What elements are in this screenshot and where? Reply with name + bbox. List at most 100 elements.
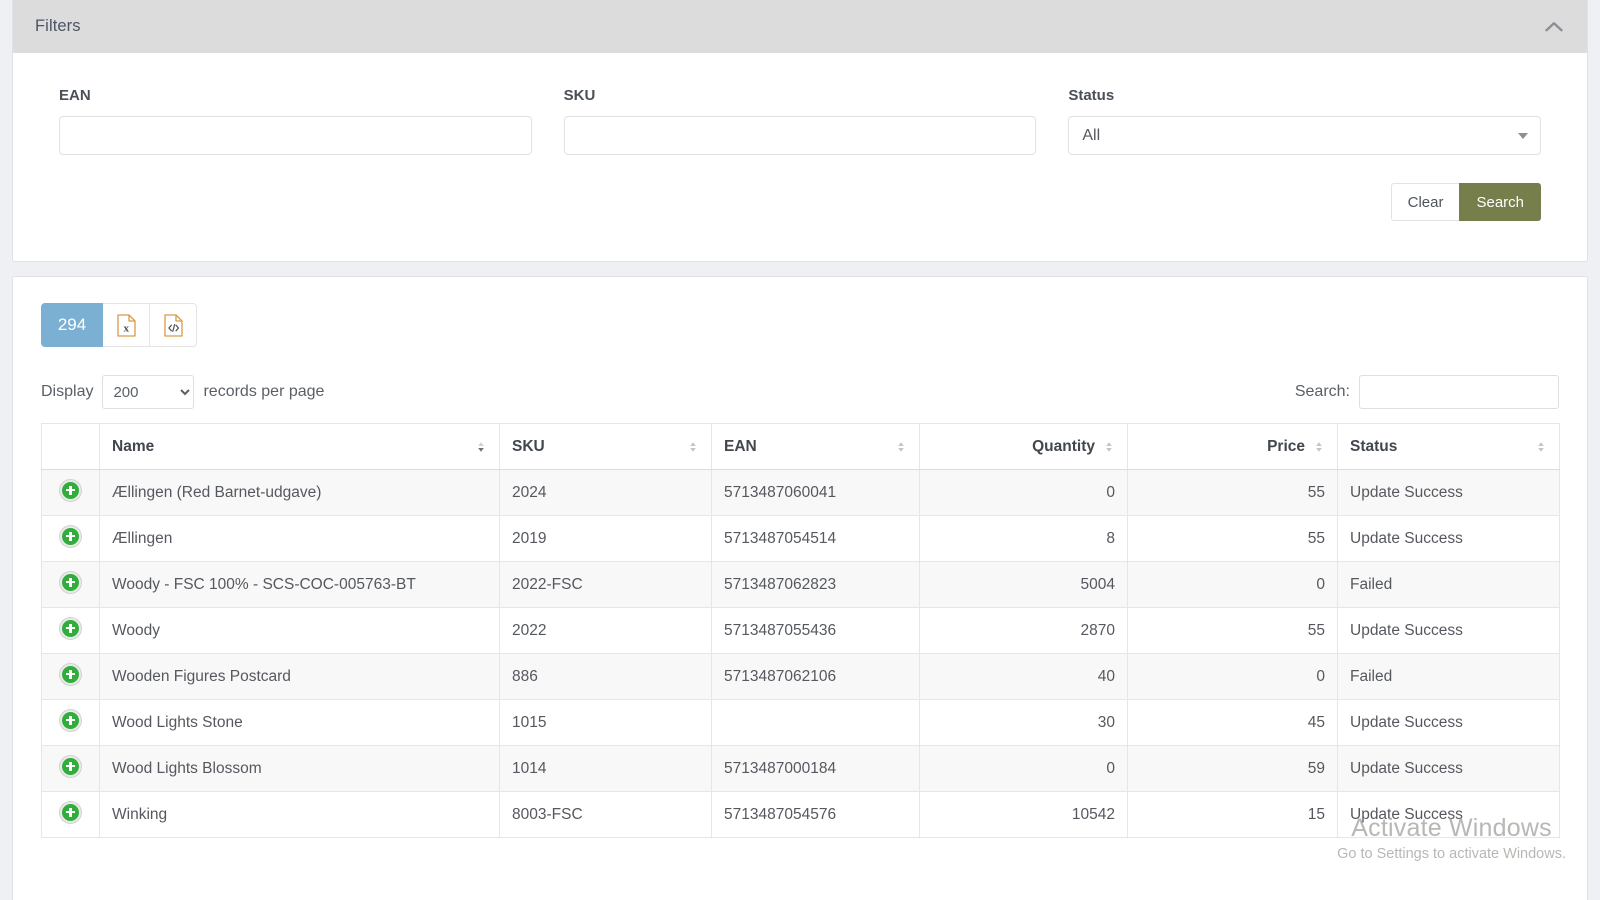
expand-row-icon[interactable] <box>60 801 81 823</box>
cell-sku: 2019 <box>499 515 712 562</box>
code-file-icon <box>163 313 183 337</box>
sort-both-icon[interactable] <box>1535 439 1547 455</box>
status-select[interactable]: All <box>1068 116 1542 155</box>
row-expand-cell[interactable] <box>41 561 100 608</box>
table-header-quantity[interactable]: Quantity <box>919 423 1128 470</box>
sku-label: SKU <box>563 87 596 104</box>
expand-row-icon[interactable] <box>60 479 81 501</box>
table-header-sku[interactable]: SKU <box>499 423 712 470</box>
expand-row-icon[interactable] <box>60 571 81 593</box>
record-count-badge[interactable]: 294 <box>41 303 103 347</box>
table-header-ean[interactable]: EAN <box>711 423 920 470</box>
row-expand-cell[interactable] <box>41 515 100 562</box>
table-header-price[interactable]: Price <box>1127 423 1338 470</box>
cell-price: 15 <box>1127 791 1338 838</box>
table-search-input[interactable] <box>1359 375 1559 409</box>
cell-quantity: 0 <box>919 469 1128 516</box>
chevron-down-icon[interactable] <box>1518 132 1529 139</box>
sort-both-icon[interactable] <box>1313 439 1325 455</box>
cell-sku: 2022-FSC <box>499 561 712 608</box>
filters-panel-header[interactable]: Filters <box>13 0 1587 53</box>
expand-row-icon[interactable] <box>60 709 81 731</box>
header-cell-inner: SKU <box>512 438 699 456</box>
cell-status: Failed <box>1337 561 1560 608</box>
data-table-wrap: Name SKU EAN Quantity Price Status Ællingen (… <box>13 409 1587 838</box>
cell-status: Update Success <box>1337 607 1560 654</box>
cell-name: Winking <box>99 791 500 838</box>
table-body: Ællingen (Red Barnet-udgave) 2024 57134870… <box>41 469 1560 838</box>
table-header-status[interactable]: Status <box>1337 423 1560 470</box>
clear-button[interactable]: Clear <box>1390 183 1460 221</box>
cell-ean <box>711 699 920 746</box>
sort-both-icon[interactable] <box>687 439 699 455</box>
row-expand-cell[interactable] <box>41 791 100 838</box>
expand-row-icon[interactable] <box>60 525 81 547</box>
expand-row-icon[interactable] <box>60 755 81 777</box>
status-select-wrap: All <box>1068 116 1542 155</box>
table-header-name[interactable]: Name <box>99 423 500 470</box>
ean-input[interactable] <box>59 116 532 155</box>
table-header-label: Quantity <box>1032 437 1095 455</box>
row-expand-cell[interactable] <box>41 699 100 746</box>
field-sku: SKU <box>563 87 1037 155</box>
table-row[interactable]: Woody - FSC 100% - SCS-COC-005763-BT 2022… <box>41 561 1560 608</box>
sort-both-icon[interactable] <box>895 439 907 455</box>
row-expand-cell[interactable] <box>41 745 100 792</box>
export-xml-button[interactable] <box>150 303 197 347</box>
cell-ean: 5713487062823 <box>711 561 920 608</box>
filters-fields-row: EAN SKU Status All <box>59 87 1542 155</box>
chevron-up-icon[interactable] <box>1543 16 1565 38</box>
header-cell-inner: Quantity <box>932 438 1115 456</box>
svg-text:x: x <box>123 322 129 334</box>
records-per-page-label: records per page <box>203 383 325 400</box>
sort-desc-icon[interactable] <box>475 439 487 455</box>
cell-quantity: 10542 <box>919 791 1128 838</box>
display-length-control: Display 102550100200 records per page <box>41 375 333 409</box>
export-excel-button[interactable]: x <box>103 303 150 347</box>
cell-name: Wooden Figures Postcard <box>99 653 500 700</box>
cell-status: Update Success <box>1337 745 1560 792</box>
cell-name: Ællingen (Red Barnet-udgave) <box>99 469 500 516</box>
filters-panel: Filters EAN SKU Status All Clear Search <box>12 0 1588 262</box>
ean-label: EAN <box>59 87 91 104</box>
table-row[interactable]: Wood Lights Blossom 1014 5713487000184 0 59 U… <box>41 745 1560 792</box>
expand-row-icon[interactable] <box>60 663 81 685</box>
cell-ean: 5713487062106 <box>711 653 920 700</box>
table-head: Name SKU EAN Quantity Price Status <box>41 423 1560 470</box>
cell-status: Update Success <box>1337 791 1560 838</box>
header-cell-inner: EAN <box>724 438 907 456</box>
table-row[interactable]: Wood Lights Stone 1015 30 45 Update Success <box>41 699 1560 746</box>
cell-quantity: 0 <box>919 745 1128 792</box>
results-panel: 294 x Display 200 records per page Searc… <box>12 276 1588 900</box>
cell-name: Woody - FSC 100% - SCS-COC-005763-BT <box>99 561 500 608</box>
cell-quantity: 8 <box>919 515 1128 562</box>
cell-quantity: 5004 <box>919 561 1128 608</box>
filters-actions: Clear Search <box>59 183 1541 221</box>
cell-ean: 5713487060041 <box>711 469 920 516</box>
records-per-page-select[interactable]: 102550100200 <box>102 375 195 409</box>
sku-input[interactable] <box>563 116 1037 155</box>
cell-price: 0 <box>1127 653 1338 700</box>
table-row[interactable]: Wooden Figures Postcard 886 5713487062106 4… <box>41 653 1560 700</box>
export-button-group: 294 x <box>41 303 197 347</box>
cell-ean: 5713487054514 <box>711 515 920 562</box>
sort-both-icon[interactable] <box>1103 439 1115 455</box>
row-expand-cell[interactable] <box>41 469 100 516</box>
cell-price: 59 <box>1127 745 1338 792</box>
cell-status: Update Success <box>1337 515 1560 562</box>
table-header-label: EAN <box>724 437 757 455</box>
search-button[interactable]: Search <box>1459 183 1541 221</box>
table-row[interactable]: Ællingen 2019 5713487054514 8 55 Update Succe… <box>41 515 1560 562</box>
cell-status: Update Success <box>1337 699 1560 746</box>
table-controls: Display 102550100200 records per page Se… <box>13 347 1587 409</box>
filters-body: EAN SKU Status All Clear Search <box>13 53 1587 261</box>
table-row[interactable]: Ællingen (Red Barnet-udgave) 2024 57134870… <box>41 469 1560 516</box>
table-row[interactable]: Winking 8003-FSC 5713487054576 10542 15 Updat… <box>41 791 1560 838</box>
expand-row-icon[interactable] <box>60 617 81 639</box>
cell-quantity: 30 <box>919 699 1128 746</box>
table-row[interactable]: Woody 2022 5713487055436 2870 55 Update Succe… <box>41 607 1560 654</box>
cell-price: 55 <box>1127 515 1338 562</box>
row-expand-cell[interactable] <box>41 607 100 654</box>
row-expand-cell[interactable] <box>41 653 100 700</box>
cell-name: Ællingen <box>99 515 500 562</box>
